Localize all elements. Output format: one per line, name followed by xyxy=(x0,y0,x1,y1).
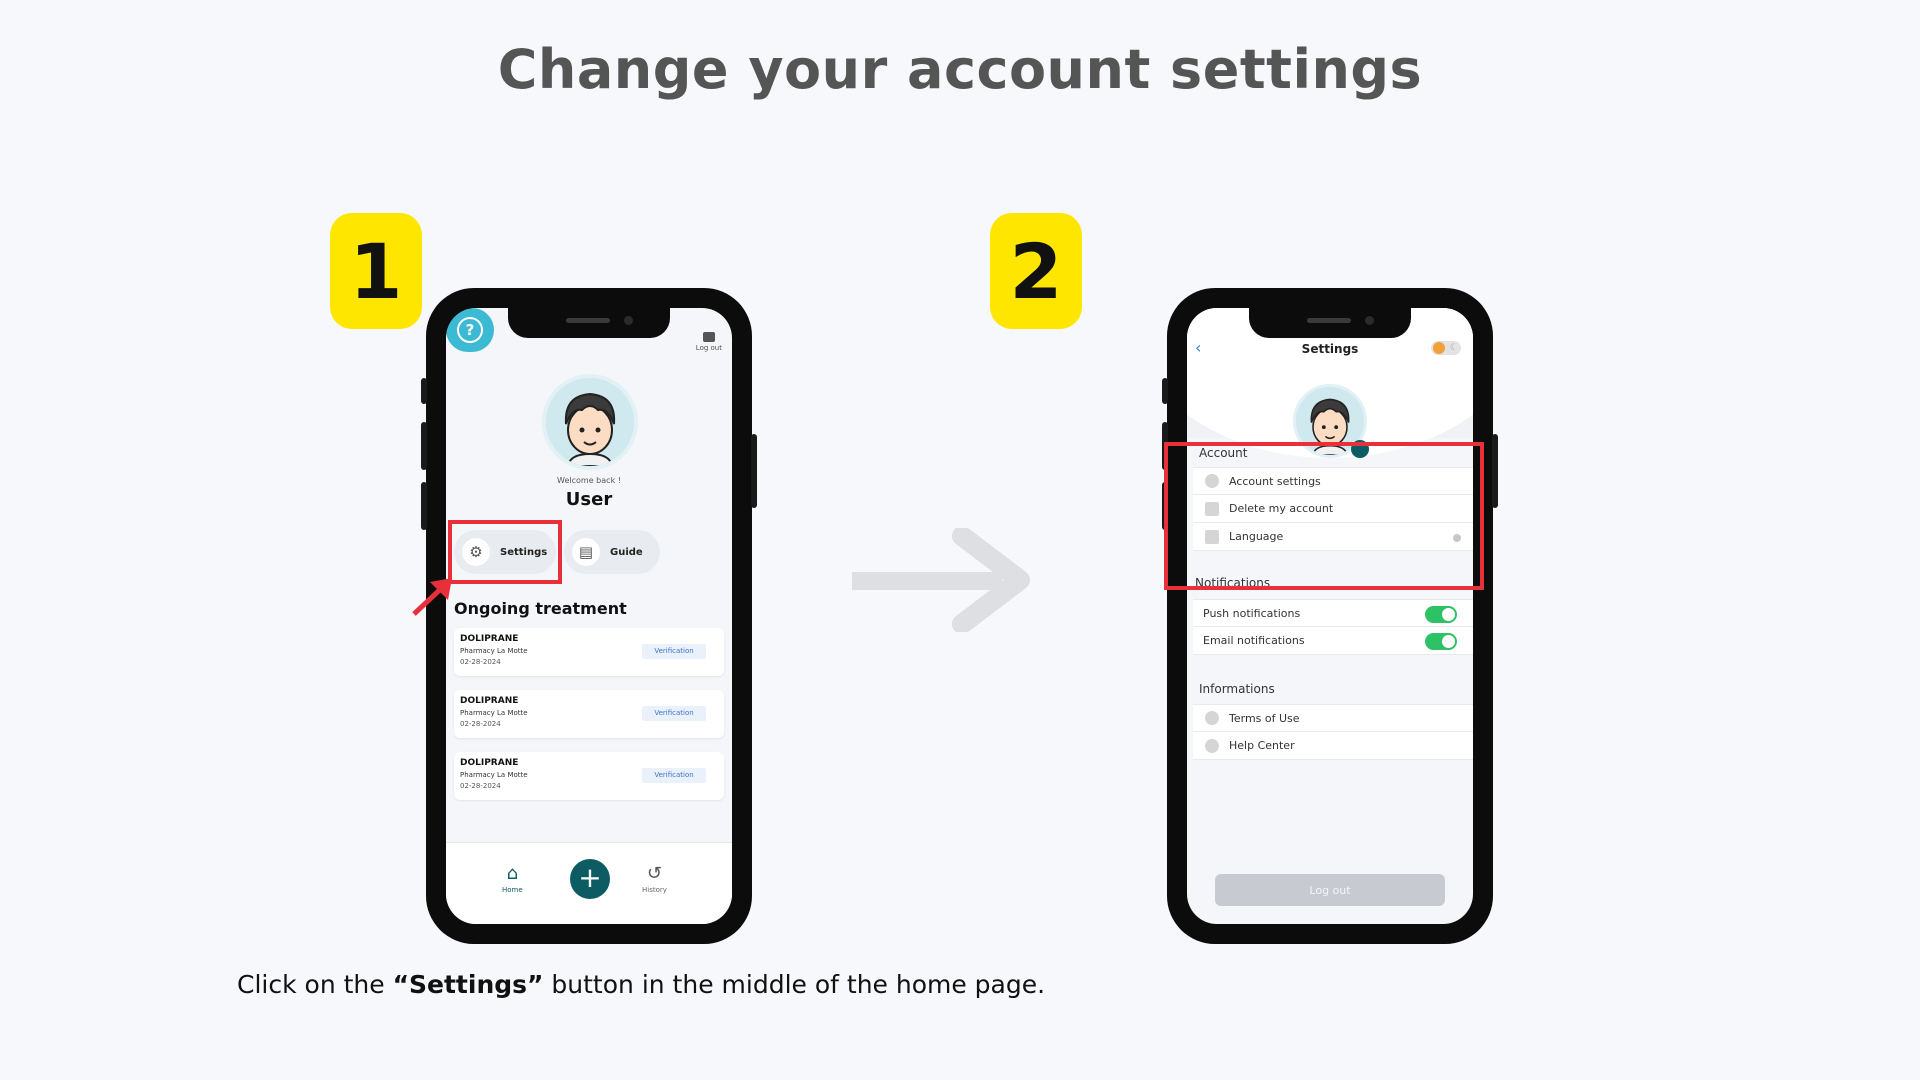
caption-text: Click on the xyxy=(237,970,393,999)
email-notifications-item: Email notifications xyxy=(1193,627,1473,655)
guide-button[interactable]: ▤ Guide xyxy=(564,530,660,574)
bottom-nav: ⌂ Home + ↺ History xyxy=(446,842,732,924)
phone-settings: ‹ Settings ☾ Account Account settings De… xyxy=(1162,288,1498,944)
item-label: Terms of Use xyxy=(1229,711,1300,725)
info-icon xyxy=(1205,711,1219,725)
status-badge: Verification xyxy=(642,644,706,659)
question-circle-icon: ? xyxy=(457,317,483,343)
treatment-card[interactable]: DOLIPRANE Pharmacy La Motte 02-28-2024 V… xyxy=(454,752,724,800)
treatment-name: DOLIPRANE xyxy=(460,634,519,644)
treatment-date: 02-28-2024 xyxy=(460,720,501,728)
help-center-item[interactable]: Help Center xyxy=(1193,732,1473,760)
logout-button[interactable]: Log out xyxy=(1215,874,1445,906)
treatment-pharmacy: Pharmacy La Motte xyxy=(460,647,528,655)
nav-history-label: History xyxy=(642,886,667,894)
settings-highlight-box xyxy=(448,520,562,584)
moon-icon: ☾ xyxy=(1449,343,1458,353)
status-badge: Verification xyxy=(642,768,706,783)
add-button[interactable]: + xyxy=(570,859,610,899)
item-label: Help Center xyxy=(1229,739,1295,752)
item-label: Push notifications xyxy=(1203,606,1301,620)
section-informations: Informations xyxy=(1199,682,1275,696)
email-notifications-toggle[interactable] xyxy=(1425,633,1457,650)
status-badge: Verification xyxy=(642,706,706,721)
phone-side-button xyxy=(421,422,427,470)
phone-side-button xyxy=(421,482,427,530)
phone-side-button xyxy=(1492,434,1498,508)
logout-link[interactable]: Log out xyxy=(696,332,722,352)
phone-notch xyxy=(1249,308,1411,338)
logout-label: Log out xyxy=(695,344,722,352)
welcome-text: Welcome back ! xyxy=(557,476,621,485)
history-icon: ↺ xyxy=(646,863,662,884)
treatment-name: DOLIPRANE xyxy=(460,758,519,768)
phone-notch xyxy=(508,308,670,338)
push-notifications-toggle[interactable] xyxy=(1425,606,1457,623)
terms-of-use-item[interactable]: Terms of Use xyxy=(1193,704,1473,732)
nav-history[interactable]: ↺ History xyxy=(642,863,667,894)
settings-screen: ‹ Settings ☾ Account Account settings De… xyxy=(1187,308,1473,924)
instruction-caption: Click on the “Settings” button in the mi… xyxy=(237,970,1045,999)
avatar xyxy=(542,374,638,470)
user-name: User xyxy=(565,489,613,510)
phone-side-button xyxy=(1162,378,1168,404)
logout-icon xyxy=(702,332,715,342)
nav-home[interactable]: ⌂ Home xyxy=(502,863,523,894)
sun-icon xyxy=(1433,342,1445,354)
phone-side-button xyxy=(421,378,427,404)
treatment-date: 02-28-2024 xyxy=(460,658,501,666)
phone-side-button xyxy=(751,434,757,508)
phone-home: Log out Welcome back ! User ⚙ Settings ▤… xyxy=(421,288,757,944)
item-label: Email notifications xyxy=(1203,634,1305,647)
push-notifications-item: Push notifications xyxy=(1193,599,1473,627)
account-highlight-box xyxy=(1164,442,1484,590)
treatment-pharmacy: Pharmacy La Motte xyxy=(460,771,528,779)
theme-toggle[interactable]: ☾ xyxy=(1431,341,1461,355)
book-icon: ▤ xyxy=(572,538,600,566)
step-badge-2: 2 xyxy=(990,213,1082,329)
treatment-pharmacy: Pharmacy La Motte xyxy=(460,709,528,717)
info-icon xyxy=(1205,738,1219,753)
home-icon: ⌂ xyxy=(506,863,519,884)
caption-bold-text: “Settings” xyxy=(392,970,544,999)
right-arrow-icon xyxy=(852,528,1030,632)
help-button[interactable]: ? xyxy=(446,308,494,352)
user-avatar-icon xyxy=(546,378,634,466)
treatment-card[interactable]: DOLIPRANE Pharmacy La Motte 02-28-2024 V… xyxy=(454,628,724,676)
treatment-date: 02-28-2024 xyxy=(460,782,501,790)
caption-text: button in the middle of the home page. xyxy=(543,970,1046,999)
treatment-card[interactable]: DOLIPRANE Pharmacy La Motte 02-28-2024 V… xyxy=(454,690,724,738)
nav-home-label: Home xyxy=(502,886,523,894)
section-title: Ongoing treatment xyxy=(454,599,627,618)
step-badge-1: 1 xyxy=(330,213,422,329)
page-title: Change your account settings xyxy=(497,38,1423,101)
guide-label: Guide xyxy=(610,546,643,558)
home-screen: Log out Welcome back ! User ⚙ Settings ▤… xyxy=(446,308,732,924)
treatment-name: DOLIPRANE xyxy=(460,696,519,706)
